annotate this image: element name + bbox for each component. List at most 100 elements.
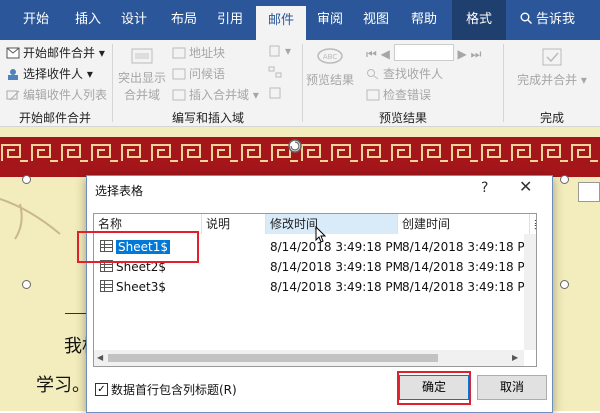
close-icon[interactable]: ✕	[519, 177, 532, 196]
tab-help[interactable]: 帮助	[406, 0, 442, 40]
update-labels-icon	[269, 87, 281, 99]
address-block-button[interactable]: 地址块	[172, 44, 225, 61]
row-modified: 8/14/2018 3:49:18 PM	[270, 260, 404, 274]
ok-button[interactable]: 确定	[399, 375, 469, 400]
last-record-icon[interactable]: ⏭	[471, 47, 482, 61]
scrollbar-thumb[interactable]	[108, 354, 438, 362]
group-separator	[302, 44, 303, 122]
tab-references[interactable]: 引用	[212, 0, 248, 40]
first-row-headers-checkbox[interactable]: ✓	[95, 383, 108, 396]
tab-layout[interactable]: 布局	[166, 0, 202, 40]
update-labels-button[interactable]	[268, 86, 285, 100]
tab-mailings[interactable]: 邮件	[256, 6, 306, 40]
column-header-name[interactable]: 名称	[94, 214, 202, 234]
insert-field-icon	[172, 89, 186, 101]
mail-merge-icon	[6, 47, 20, 59]
highlight-merge-fields-button[interactable]: 突出显示 合并域	[118, 46, 166, 103]
column-header-type[interactable]: 类	[530, 214, 536, 234]
highlight-fields-line1: 突出显示	[118, 71, 167, 85]
first-record-icon[interactable]: ⏮	[366, 47, 377, 61]
greeting-line-button[interactable]: 问候语	[172, 65, 225, 82]
finish-and-merge-button[interactable]: 完成并合并 ▾	[516, 46, 588, 88]
table-icon	[100, 280, 113, 292]
ribbon-mailings: 开始邮件合并 ▾ 选择收件人 ▾ 编辑收件人列表 开始邮件合并 突出显示 合并域…	[0, 40, 600, 127]
column-header-description[interactable]: 说明	[202, 214, 266, 234]
greeting-line-icon	[172, 68, 186, 80]
help-icon[interactable]: ?	[481, 180, 488, 196]
tab-format[interactable]: 格式	[452, 0, 506, 40]
record-navigation: ⏮ ◀ ▶ ⏭	[366, 44, 481, 62]
greeting-line-label: 问候语	[189, 67, 226, 81]
layout-options-icon[interactable]	[578, 182, 600, 202]
row-name-cell: Sheet1$	[100, 238, 170, 257]
tab-review[interactable]: 审阅	[312, 0, 348, 40]
finish-merge-icon	[542, 48, 562, 66]
table-icon	[100, 240, 113, 252]
row-created: 8/14/2018 3:49:18 PM	[402, 280, 536, 294]
column-header-created[interactable]: 创建时间	[398, 214, 530, 234]
mouse-cursor-icon	[315, 226, 327, 243]
group-label-finish: 完成	[539, 111, 564, 125]
match-fields-button[interactable]	[268, 65, 285, 79]
check-errors-button[interactable]: 检查错误	[366, 86, 431, 103]
resize-handle[interactable]	[22, 280, 31, 289]
row-name-cell: Sheet2$	[100, 258, 166, 277]
rules-button[interactable]: ▾	[268, 44, 291, 58]
table-row[interactable]: Sheet2$ 8/14/2018 3:49:18 PM 8/14/2018 3…	[94, 258, 536, 277]
tab-view[interactable]: 视图	[358, 0, 394, 40]
horizontal-scrollbar[interactable]: ◀ ▶	[94, 350, 524, 366]
dialog-title: 选择表格	[95, 184, 144, 198]
cancel-button[interactable]: 取消	[477, 375, 547, 400]
check-errors-label: 检查错误	[383, 88, 432, 102]
row-name: Sheet1$	[116, 240, 170, 254]
first-row-headers-label: 数据首行包含列标题(R)	[111, 383, 237, 397]
text-rule	[65, 313, 87, 314]
search-icon	[520, 12, 532, 24]
row-name-cell: Sheet3$	[100, 278, 166, 297]
tell-me-label: 告诉我	[536, 12, 576, 27]
row-modified: 8/14/2018 3:49:18 PM	[270, 280, 404, 294]
match-fields-icon	[268, 66, 282, 78]
insert-merge-field-button[interactable]: 插入合并域 ▾	[172, 86, 259, 103]
start-mail-merge-label: 开始邮件合并	[23, 46, 96, 60]
next-record-icon[interactable]: ▶	[458, 47, 467, 61]
tab-home[interactable]: 开始	[18, 0, 54, 40]
edit-recipient-list-button[interactable]: 编辑收件人列表	[6, 86, 107, 103]
tell-me-search[interactable]: 告诉我	[520, 0, 575, 40]
edit-recipient-list-label: 编辑收件人列表	[23, 88, 108, 102]
preview-results-button[interactable]: ABC 预览结果	[304, 44, 356, 88]
edit-list-icon	[6, 90, 20, 101]
tab-design[interactable]: 设计	[116, 0, 152, 40]
rules-icon	[269, 45, 280, 57]
document-text-line2: 学习。	[36, 375, 90, 396]
group-label-write-insert: 编写和插入域	[171, 111, 244, 125]
select-recipients-button[interactable]: 选择收件人 ▾	[6, 65, 93, 82]
previous-record-icon[interactable]: ◀	[381, 47, 390, 61]
find-recipient-button[interactable]: 查找收件人	[366, 65, 443, 82]
insert-merge-field-label: 插入合并域	[189, 88, 250, 102]
highlight-fields-line2: 合并域	[123, 88, 160, 102]
table-row[interactable]: Sheet3$ 8/14/2018 3:49:18 PM 8/14/2018 3…	[94, 278, 536, 297]
record-number-input[interactable]	[393, 44, 454, 61]
row-created: 8/14/2018 3:49:18 PM	[402, 260, 536, 274]
group-separator	[112, 44, 113, 122]
recipients-icon	[8, 69, 18, 80]
row-name: Sheet2$	[116, 260, 166, 274]
group-label-start-merge: 开始邮件合并	[18, 111, 91, 125]
select-table-dialog: 选择表格 ? ✕ 名称 说明 修改时间 创建时间 类 Sheet1$ 8/14/…	[86, 175, 553, 413]
resize-handle[interactable]	[22, 175, 31, 184]
tab-insert[interactable]: 插入	[70, 0, 106, 40]
start-mail-merge-button[interactable]: 开始邮件合并 ▾	[6, 44, 105, 61]
highlight-fields-icon	[131, 48, 153, 64]
preview-results-label: 预览结果	[305, 73, 354, 87]
find-recipient-icon	[367, 69, 379, 80]
rotate-handle-icon[interactable]	[286, 137, 304, 155]
column-header-modified[interactable]: 修改时间	[266, 214, 398, 234]
address-block-icon	[172, 47, 186, 59]
resize-handle[interactable]	[560, 175, 569, 184]
resize-handle[interactable]	[560, 280, 569, 289]
vertical-scrollbar[interactable]	[524, 234, 536, 350]
scroll-right-icon[interactable]: ▶	[512, 353, 518, 362]
check-errors-icon	[366, 89, 380, 101]
scroll-left-icon[interactable]: ◀	[97, 353, 103, 362]
